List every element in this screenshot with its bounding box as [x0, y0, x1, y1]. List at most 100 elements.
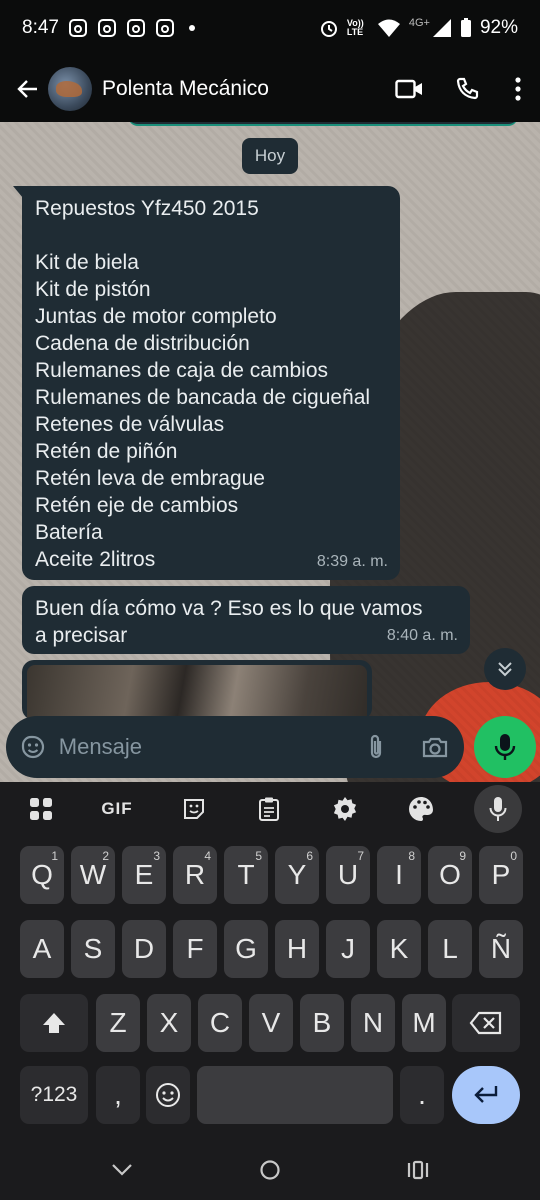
letter-key[interactable]: C	[198, 994, 242, 1052]
clipboard-icon	[259, 797, 279, 821]
more-options-button[interactable]	[496, 64, 540, 114]
letter-key[interactable]: Q1	[20, 846, 64, 904]
attach-button[interactable]	[347, 721, 406, 773]
chat-header: Polenta Mecánico	[0, 56, 540, 122]
contact-avatar[interactable]	[48, 67, 92, 111]
instagram-notification-icon	[126, 19, 145, 37]
letter-key[interactable]: O9	[428, 846, 472, 904]
camera-button[interactable]	[405, 721, 464, 773]
sticker-button[interactable]	[8, 721, 59, 773]
key-label: Q	[31, 859, 53, 890]
symbols-key[interactable]: ?123	[20, 1066, 88, 1124]
letter-key[interactable]: I8	[377, 846, 421, 904]
key-label: Ñ	[490, 933, 512, 964]
key-label: H	[286, 933, 308, 964]
voice-message-button[interactable]	[474, 716, 536, 778]
message-input-container	[6, 716, 464, 778]
letter-key[interactable]: Z	[96, 994, 140, 1052]
date-separator: Hoy	[242, 138, 298, 174]
key-label: X	[159, 1007, 179, 1038]
letter-key[interactable]: Y6	[275, 846, 319, 904]
enter-arrow-icon	[474, 1086, 498, 1103]
emoji-key[interactable]	[146, 1066, 190, 1124]
backspace-key[interactable]	[452, 994, 520, 1052]
recent-apps-icon	[407, 1160, 429, 1180]
sticker-keyboard-button[interactable]	[169, 786, 219, 832]
key-label: K	[389, 933, 409, 964]
letter-key[interactable]: V	[249, 994, 293, 1052]
message-line: Cadena de distribución	[35, 332, 250, 355]
video-call-button[interactable]	[380, 64, 438, 114]
shift-key[interactable]	[20, 994, 88, 1052]
letter-key[interactable]: K	[377, 920, 421, 978]
message-line: Rulemanes de caja de cambios	[35, 359, 328, 382]
key-label: U	[337, 859, 359, 890]
letter-key[interactable]: X	[147, 994, 191, 1052]
letter-key[interactable]: A	[20, 920, 64, 978]
hide-keyboard-button[interactable]	[92, 1150, 152, 1190]
instagram-notification-icon	[97, 19, 116, 37]
contact-name[interactable]: Polenta Mecánico	[102, 77, 269, 101]
letter-key[interactable]: W2	[71, 846, 115, 904]
message-line: Retén de piñón	[35, 440, 178, 463]
gear-icon	[333, 797, 357, 821]
voice-call-button[interactable]	[438, 64, 496, 114]
message-input[interactable]	[58, 734, 347, 760]
home-circle-icon	[260, 1160, 280, 1180]
letter-key[interactable]: S	[71, 920, 115, 978]
letter-key[interactable]: J	[326, 920, 370, 978]
letter-key[interactable]: D	[122, 920, 166, 978]
clipboard-button[interactable]	[244, 786, 294, 832]
instagram-notification-icon	[68, 19, 87, 37]
key-label: F	[186, 933, 204, 964]
palette-icon	[409, 797, 433, 821]
key-label: W	[79, 859, 107, 890]
keyboard-apps-button[interactable]	[16, 786, 66, 832]
letter-key[interactable]: L	[428, 920, 472, 978]
more-options-icon	[515, 77, 521, 101]
chevron-down-icon	[112, 1164, 132, 1176]
letter-key[interactable]: Ñ	[479, 920, 523, 978]
scroll-to-bottom-button[interactable]	[484, 648, 526, 690]
microphone-icon	[489, 797, 507, 821]
letter-key[interactable]: U7	[326, 846, 370, 904]
back-button[interactable]	[8, 69, 48, 109]
space-key[interactable]	[197, 1066, 393, 1124]
message-bubble[interactable]: Repuestos Yfz450 2015 Kit de biela Kit de …	[13, 186, 400, 580]
chat-area[interactable]: Hoy Repuestos Yfz450 2015 Kit de biela Kit…	[0, 122, 540, 782]
key-number-hint: 6	[306, 849, 313, 863]
message-line: Kit de pistón	[35, 278, 151, 301]
letter-key[interactable]: B	[300, 994, 344, 1052]
letter-key[interactable]: T5	[224, 846, 268, 904]
home-button[interactable]	[240, 1150, 300, 1190]
sticker-icon	[22, 735, 45, 759]
enter-key[interactable]	[452, 1066, 520, 1124]
key-label: C	[209, 1007, 231, 1038]
letter-key[interactable]: R4	[173, 846, 217, 904]
message-time: 8:39 a. m.	[316, 553, 388, 570]
letter-key[interactable]: N	[351, 994, 395, 1052]
sticker-icon	[184, 799, 204, 819]
letter-key[interactable]: F	[173, 920, 217, 978]
key-label: P	[491, 859, 511, 890]
message-bubble[interactable]: Buen día cómo va ? Eso es lo que vamos a …	[22, 586, 470, 654]
letter-key[interactable]: P0	[479, 846, 523, 904]
voice-typing-button[interactable]	[474, 785, 522, 833]
period-key[interactable]: .	[400, 1066, 444, 1124]
theme-button[interactable]	[396, 786, 446, 832]
gif-button[interactable]: GIF	[92, 786, 142, 832]
video-call-icon	[395, 79, 422, 99]
letter-key[interactable]: M	[402, 994, 446, 1052]
key-number-hint: 9	[459, 849, 466, 863]
comma-key[interactable]: ,	[96, 1066, 140, 1124]
letter-key[interactable]: G	[224, 920, 268, 978]
keyboard-settings-button[interactable]	[320, 786, 370, 832]
emoji-icon	[156, 1083, 180, 1107]
letter-key[interactable]: H	[275, 920, 319, 978]
letter-key[interactable]: E3	[122, 846, 166, 904]
recent-apps-button[interactable]	[388, 1150, 448, 1190]
battery-percent: 92%	[479, 17, 518, 38]
key-label: I	[395, 859, 403, 890]
alarm-icon	[320, 21, 337, 37]
network-type: 4G+	[408, 17, 430, 29]
